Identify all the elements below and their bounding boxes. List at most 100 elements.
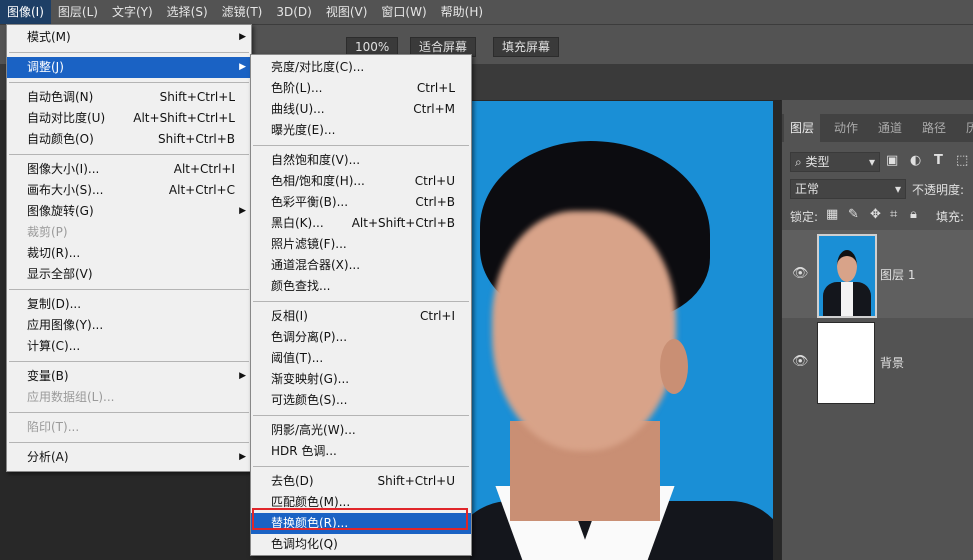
menu-separator — [253, 415, 469, 416]
menu-item-auto-contrast[interactable]: 自动对比度(U) Alt+Shift+Ctrl+L — [7, 108, 251, 129]
menu-image[interactable]: 图像(I) — [0, 0, 51, 24]
menu-item-adjustments[interactable]: 调整(J) ▶ — [7, 57, 251, 78]
menu-item-label: 分析(A) — [27, 450, 69, 464]
layer-filter-select[interactable]: ⌕ 类型 ▾ — [790, 152, 880, 172]
menu-item-shortcut: Ctrl+M — [413, 102, 455, 116]
menu-item-auto-color[interactable]: 自动颜色(O) Shift+Ctrl+B — [7, 129, 251, 150]
menu-item-channel-mixer[interactable]: 通道混合器(X)... — [251, 255, 471, 276]
menu-item-vibrance[interactable]: 自然饱和度(V)... — [251, 150, 471, 171]
tab-history[interactable]: 历 — [966, 114, 973, 142]
menu-item-photo-filter[interactable]: 照片滤镜(F)... — [251, 234, 471, 255]
document-photo[interactable] — [470, 101, 773, 560]
menu-bar: 图像(I) 图层(L) 文字(Y) 选择(S) 滤镜(T) 3D(D) 视图(V… — [0, 0, 973, 24]
panel-tabs: 图层 动作 通道 路径 历 — [782, 114, 973, 142]
menu-item-canvas-size[interactable]: 画布大小(S)... Alt+Ctrl+C — [7, 180, 251, 201]
menu-item-variables[interactable]: 变量(B) ▶ — [7, 366, 251, 387]
menu-view[interactable]: 视图(V) — [319, 0, 375, 24]
adjustment-filter-icon[interactable]: ◐ — [910, 153, 921, 168]
menu-item-shadows-highlights[interactable]: 阴影/高光(W)... — [251, 420, 471, 441]
menu-item-levels[interactable]: 色阶(L)... Ctrl+L — [251, 78, 471, 99]
menu-item-label: 模式(M) — [27, 30, 71, 44]
menu-3d[interactable]: 3D(D) — [269, 0, 318, 24]
submenu-arrow-icon: ▶ — [239, 371, 246, 381]
menu-item-mode[interactable]: 模式(M) ▶ — [7, 27, 251, 48]
lock-pixels-icon[interactable]: ✎ — [848, 207, 859, 222]
menu-item-black-white[interactable]: 黑白(K)... Alt+Shift+Ctrl+B — [251, 213, 471, 234]
menu-item-hue-saturation[interactable]: 色相/饱和度(H)... Ctrl+U — [251, 171, 471, 192]
menu-item-threshold[interactable]: 阈值(T)... — [251, 348, 471, 369]
blend-mode-select[interactable]: 正常 ▾ — [790, 179, 906, 199]
tab-channels[interactable]: 通道 — [878, 114, 902, 142]
menu-item-label: 曝光度(E)... — [271, 123, 336, 137]
menu-item-label: 色相/饱和度(H)... — [271, 174, 365, 188]
menu-item-label: 调整(J) — [27, 60, 64, 74]
menu-item-hdr-toning[interactable]: HDR 色调... — [251, 441, 471, 462]
menu-item-duplicate[interactable]: 复制(D)... — [7, 294, 251, 315]
menu-item-reveal-all[interactable]: 显示全部(V) — [7, 264, 251, 285]
fill-screen-button[interactable]: 填充屏幕 — [493, 37, 560, 57]
menu-item-label: 应用图像(Y)... — [27, 318, 104, 332]
menu-separator — [9, 52, 249, 53]
menu-item-label: 复制(D)... — [27, 297, 82, 311]
thumb-shirt — [841, 282, 853, 316]
fill-label: 填充: — [936, 210, 965, 224]
menu-item-gradient-map[interactable]: 渐变映射(G)... — [251, 369, 471, 390]
image-filter-icon[interactable]: ▣ — [886, 153, 898, 168]
menu-layer[interactable]: 图层(L) — [51, 0, 105, 24]
tab-actions[interactable]: 动作 — [834, 114, 858, 142]
menu-item-desaturate[interactable]: 去色(D) Shift+Ctrl+U — [251, 471, 471, 492]
menu-item-label: 陷印(T)... — [27, 420, 80, 434]
menu-item-label: 色调均化(Q) — [271, 537, 338, 551]
menu-item-label: 应用数据组(L)... — [27, 390, 115, 404]
menu-item-exposure[interactable]: 曝光度(E)... — [251, 120, 471, 141]
menu-window[interactable]: 窗口(W) — [374, 0, 433, 24]
menu-item-image-rotation[interactable]: 图像旋转(G) ▶ — [7, 201, 251, 222]
menu-item-color-lookup[interactable]: 颜色查找... — [251, 276, 471, 297]
menu-item-auto-tone[interactable]: 自动色调(N) Shift+Ctrl+L — [7, 87, 251, 108]
layer-thumbnail — [817, 234, 877, 318]
menu-item-selective-color[interactable]: 可选颜色(S)... — [251, 390, 471, 411]
menu-separator — [253, 301, 469, 302]
menu-item-posterize[interactable]: 色调分离(P)... — [251, 327, 471, 348]
menu-item-trim[interactable]: 裁切(R)... — [7, 243, 251, 264]
shape-filter-icon[interactable]: ⬚ — [956, 153, 968, 168]
menu-item-label: 显示全部(V) — [27, 267, 93, 281]
menu-item-brightness-contrast[interactable]: 亮度/对比度(C)... — [251, 57, 471, 78]
menu-item-apply-image[interactable]: 应用图像(Y)... — [7, 315, 251, 336]
type-filter-icon[interactable]: T — [934, 153, 943, 168]
menu-select[interactable]: 选择(S) — [160, 0, 215, 24]
lock-transparency-icon[interactable]: ▦ — [826, 207, 838, 222]
menu-item-trap: 陷印(T)... — [7, 417, 251, 438]
layer-row[interactable]: 👁︎ 背景 — [782, 318, 973, 406]
lock-artboard-icon[interactable]: ⌗ — [890, 207, 897, 222]
menu-item-color-balance[interactable]: 色彩平衡(B)... Ctrl+B — [251, 192, 471, 213]
visibility-eye-icon[interactable]: 👁︎ — [792, 266, 809, 281]
menu-item-shortcut: Alt+Ctrl+C — [168, 183, 235, 197]
photo-ear — [660, 339, 688, 394]
menu-item-curves[interactable]: 曲线(U)... Ctrl+M — [251, 99, 471, 120]
menu-item-calculations[interactable]: 计算(C)... — [7, 336, 251, 357]
menu-item-analysis[interactable]: 分析(A) ▶ — [7, 447, 251, 468]
menu-item-label: 自然饱和度(V)... — [271, 153, 361, 167]
menu-item-image-size[interactable]: 图像大小(I)... Alt+Ctrl+I — [7, 159, 251, 180]
menu-item-invert[interactable]: 反相(I) Ctrl+I — [251, 306, 471, 327]
menu-help[interactable]: 帮助(H) — [434, 0, 490, 24]
layer-filter-label: 类型 — [805, 155, 830, 169]
menu-separator — [9, 289, 249, 290]
opacity-label: 不透明度: — [912, 183, 965, 197]
menu-separator — [9, 361, 249, 362]
tab-paths[interactable]: 路径 — [922, 114, 946, 142]
lock-all-icon[interactable]: 🔒︎ — [910, 207, 917, 222]
menu-item-shortcut: Alt+Ctrl+I — [173, 162, 235, 176]
menu-filter[interactable]: 滤镜(T) — [215, 0, 270, 24]
menu-item-equalize[interactable]: 色调均化(Q) — [251, 534, 471, 555]
layer-name: 背景 — [880, 356, 905, 370]
menu-separator — [9, 412, 249, 413]
lock-position-icon[interactable]: ✥ — [870, 207, 881, 222]
adjustments-submenu: 亮度/对比度(C)... 色阶(L)... Ctrl+L 曲线(U)... Ctrl… — [250, 54, 472, 556]
layer-row[interactable]: 👁︎ 图层 1 — [782, 230, 973, 318]
visibility-eye-icon[interactable]: 👁︎ — [792, 354, 809, 369]
tab-layers[interactable]: 图层 — [784, 114, 821, 142]
submenu-arrow-icon: ▶ — [239, 206, 246, 216]
menu-type[interactable]: 文字(Y) — [105, 0, 160, 24]
